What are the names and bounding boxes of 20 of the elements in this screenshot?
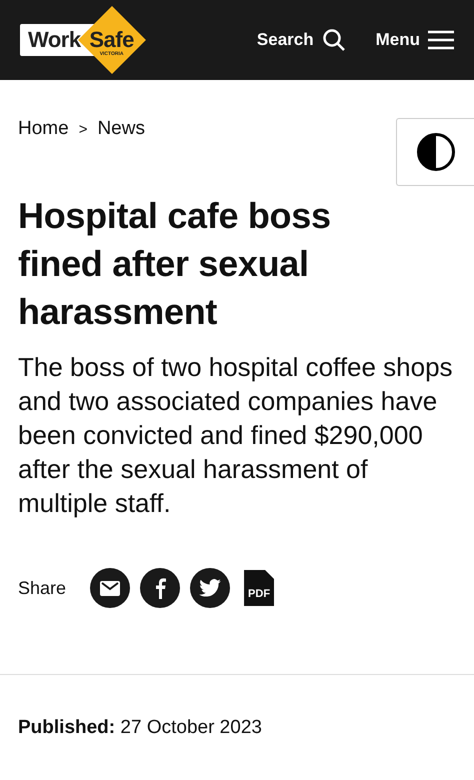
share-label: Share [18,578,66,598]
menu-button[interactable]: Menu [376,30,454,50]
contrast-toggle[interactable] [396,118,474,186]
breadcrumb-link[interactable]: Home [18,118,69,140]
email-share-button[interactable] [90,568,130,608]
breadcrumb-separator: > [78,120,88,138]
published-date: Published: 27 October 2023 [18,717,263,739]
bird-icon [199,579,222,597]
facebook-icon [154,578,166,598]
search-button[interactable]: Search [256,28,346,52]
twitter-share-button[interactable] [190,568,230,608]
facebook-share-button[interactable] [140,568,180,608]
menu-icon [428,30,454,50]
pdf-button[interactable]: PDF [244,570,274,606]
breadcrumb-link[interactable]: News [97,118,145,140]
article-title: Hospital cafe boss fined after sexual harassment [18,194,332,334]
article-summary: The boss of two hospital coffee shops and two associated companies have been convicted and fined $290,000 after the sexual harassment of multiple staff. [18,351,454,520]
email-icon [100,580,120,596]
contrast-icon [416,132,456,172]
search-icon [322,28,346,52]
